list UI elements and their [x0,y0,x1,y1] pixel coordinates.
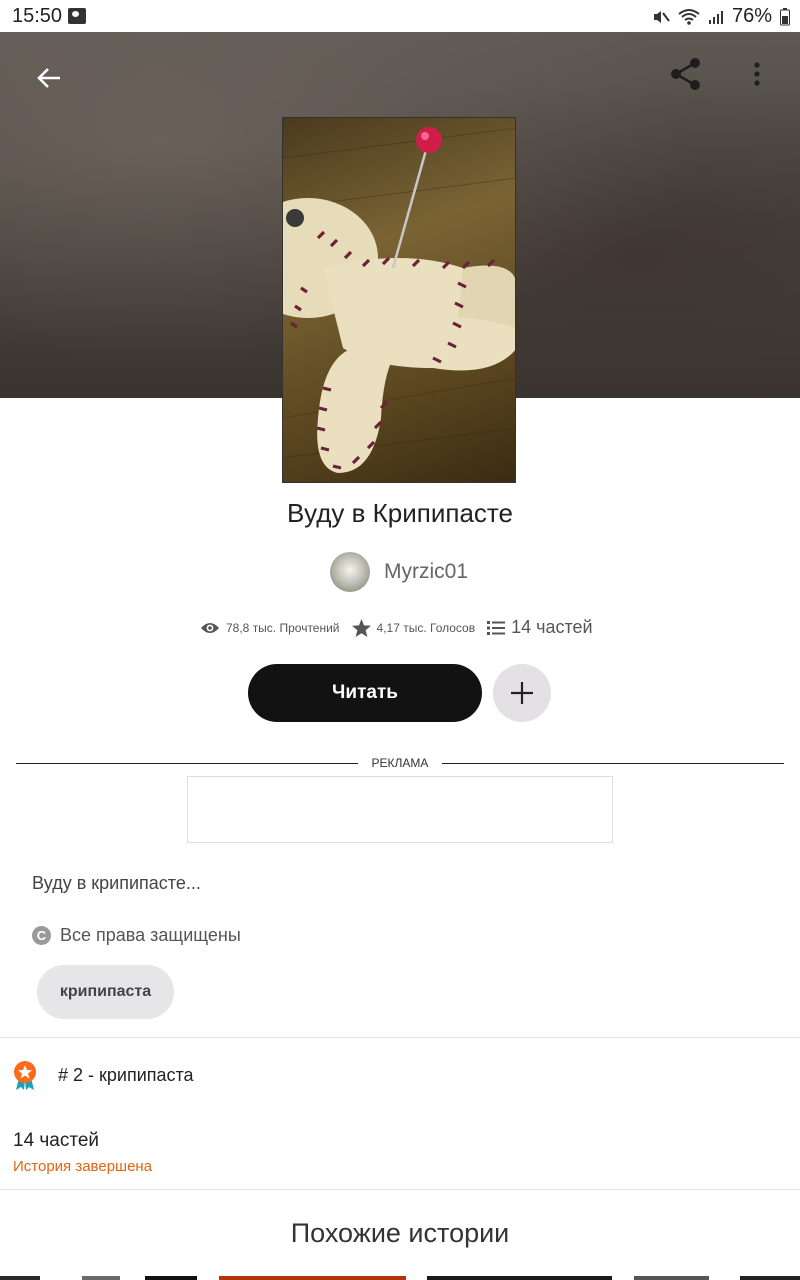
copyright-info: C Все права защищены [32,925,241,946]
ad-divider-right [442,763,784,764]
similar-story-thumb[interactable] [634,1276,709,1280]
similar-stories-row [0,1276,800,1280]
signal-icon [708,10,723,24]
list-icon [487,620,506,635]
story-cover[interactable] [282,117,516,483]
copyright-icon: C [32,926,51,945]
votes-count: 4,17 тыс. Голосов [376,620,476,635]
parts-count-stat: 14 частей [511,617,593,637]
status-bar: 15:50 76% [0,0,800,32]
ad-label: РЕКЛАМА [371,756,429,770]
similar-story-thumb[interactable] [145,1276,197,1280]
author-link[interactable]: Myrzic01 [330,552,468,592]
status-time: 15:50 [12,5,63,27]
battery-percent: 76% [731,5,772,27]
add-to-library-button[interactable] [493,664,551,722]
eye-icon [201,622,219,633]
read-button[interactable]: Читать [248,664,482,722]
ad-slot[interactable] [187,776,613,843]
similar-stories-heading: Похожие истории [290,1218,510,1248]
share-icon [671,58,700,90]
tag-chip[interactable]: крипипаста [37,965,174,1019]
completion-status: История завершена [13,1158,153,1175]
ad-divider-left [16,763,358,764]
section-divider [0,1037,800,1038]
similar-story-thumb[interactable] [0,1276,40,1280]
back-button[interactable] [27,56,71,100]
section-divider [0,1189,800,1190]
author-name: Myrzic01 [384,560,469,583]
rank-row[interactable]: # 2 - крипипаста [12,1060,194,1090]
more-vert-icon [754,62,760,86]
screenshot-notification-icon [68,8,86,24]
similar-story-thumb[interactable] [740,1276,800,1280]
story-title: Вуду в Крипипасте [287,498,513,528]
reads-count: 78,8 тыс. Прочтений [226,620,340,635]
parts-stat: 14 частей [487,617,593,638]
similar-story-thumb[interactable] [82,1276,120,1280]
story-stats: 78,8 тыс. Прочтений 4,17 тыс. Голосов 14… [200,617,593,638]
similar-story-thumb[interactable] [219,1276,406,1280]
rank-text: # 2 - крипипаста [58,1064,194,1085]
reads-stat: 78,8 тыс. Прочтений [200,621,340,635]
status-icons: 76% [652,5,790,28]
star-icon [351,618,371,637]
votes-stat: 4,17 тыс. Голосов [351,618,476,637]
more-options-button[interactable] [735,52,779,96]
plus-icon [511,682,533,704]
parts-count: 14 частей [13,1130,100,1151]
voodoo-doll-illustration [283,127,515,473]
wifi-icon [678,8,700,25]
share-button[interactable] [664,52,708,96]
copyright-text: Все права защищены [60,925,241,945]
similar-story-thumb[interactable] [427,1276,612,1280]
mute-icon [653,10,670,23]
story-description: Вуду в крипипасте... [32,873,201,893]
battery-icon [780,7,790,25]
rank-badge-icon [14,1061,36,1090]
avatar [330,552,370,592]
back-arrow-icon [37,68,60,88]
